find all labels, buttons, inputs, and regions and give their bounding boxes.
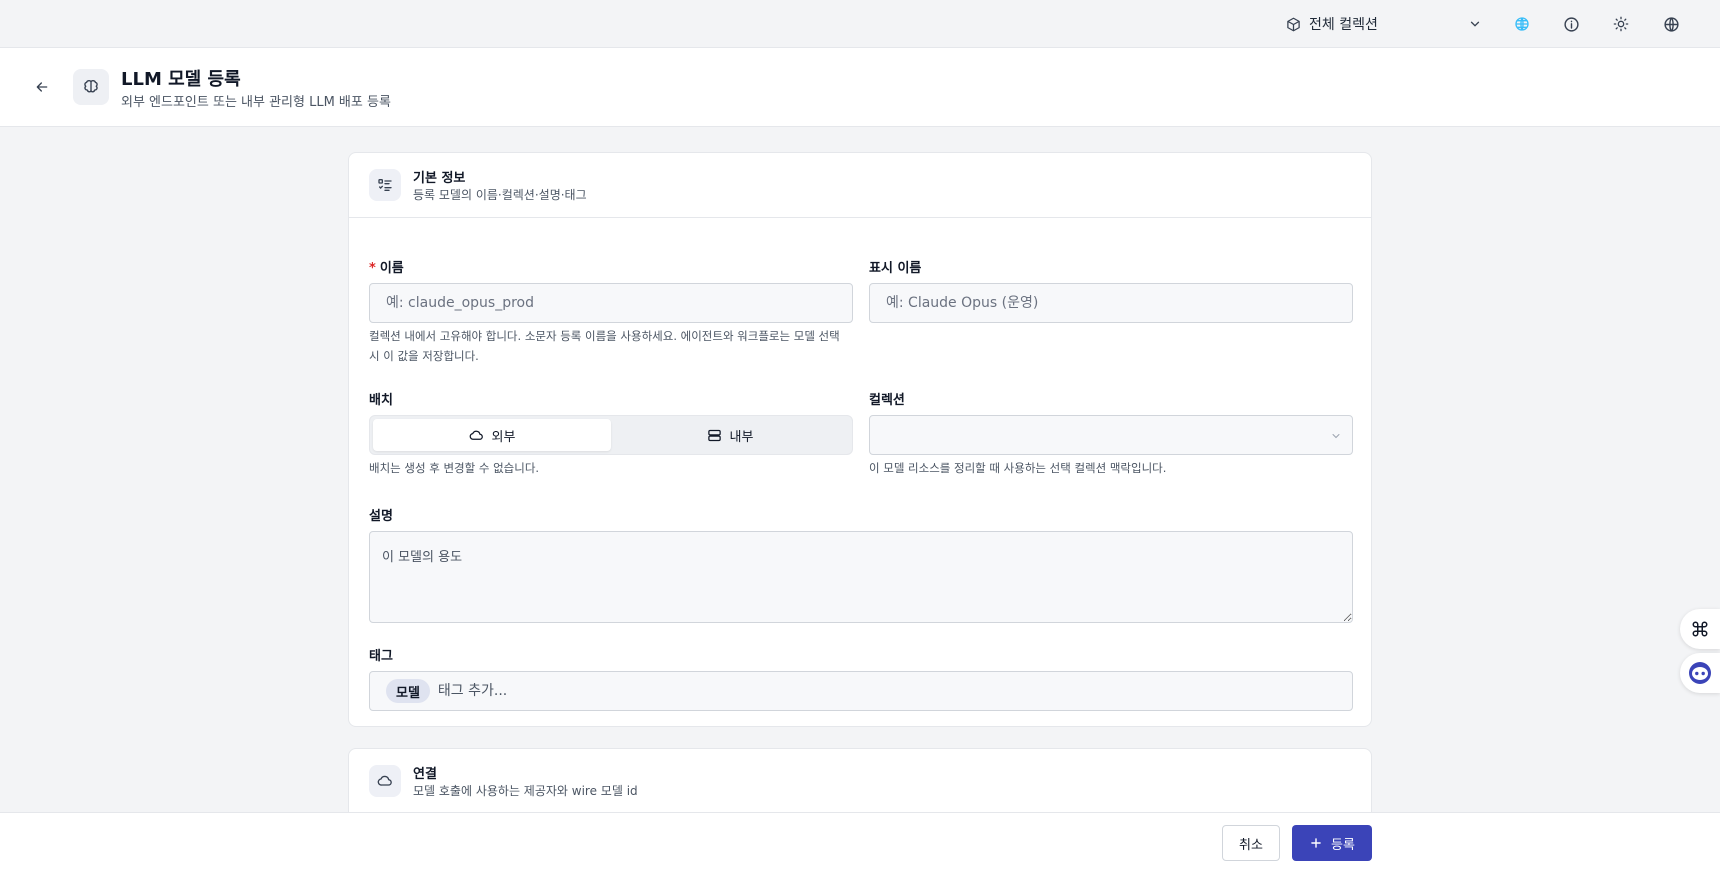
submit-button-label: 등록 <box>1331 837 1355 853</box>
display-name-input[interactable] <box>869 283 1353 323</box>
tag-chip[interactable]: 모델 <box>386 679 430 703</box>
description-textarea[interactable] <box>369 531 1353 623</box>
deployment-toggle: 외부 내부 <box>369 415 853 455</box>
server-icon <box>707 428 730 443</box>
display-name-label: 표시 이름 <box>869 261 922 276</box>
name-help: 컬렉션 내에서 고유해야 합니다. 소문자 등록 이름을 사용하세요. 에이전트… <box>369 329 840 363</box>
cloud-icon <box>469 428 492 443</box>
list-icon <box>369 169 401 201</box>
footer-bar: 취소 등록 <box>0 812 1720 873</box>
apps-grid-button[interactable] <box>1680 609 1720 649</box>
name-input[interactable] <box>369 283 853 323</box>
command-icon <box>1691 620 1709 638</box>
name-label: * 이름 <box>369 257 404 276</box>
basic-info-header: 기본 정보 등록 모델의 이름·컬렉션·설명·태그 <box>349 153 1371 218</box>
page-subtitle: 외부 엔드포인트 또는 내부 관리형 LLM 배포 등록 <box>121 95 391 110</box>
description-label: 설명 <box>369 509 393 524</box>
deployment-label: 배치 <box>369 393 393 408</box>
brain-icon <box>73 69 109 105</box>
globe-icon[interactable] <box>1659 12 1683 36</box>
sun-icon[interactable] <box>1609 12 1633 36</box>
collection-selector-label: 전체 컬렉션 <box>1309 17 1378 33</box>
basic-info-title: 기본 정보 <box>413 171 466 186</box>
deployment-option-internal[interactable]: 내부 <box>611 419 849 451</box>
collection-selector[interactable]: 전체 컬렉션 <box>1278 10 1482 38</box>
collection-label: 컬렉션 <box>869 393 905 408</box>
assistant-button[interactable] <box>1680 653 1720 693</box>
submit-button[interactable]: 등록 <box>1292 825 1372 861</box>
connection-subtitle: 모델 호출에 사용하는 제공자와 wire 모델 id <box>413 784 638 798</box>
page-title: LLM 모델 등록 <box>121 69 241 90</box>
required-mark: * <box>369 261 376 276</box>
info-icon[interactable] <box>1559 12 1583 36</box>
tags-field[interactable]: 모델 <box>369 671 1353 711</box>
basic-info-card: 기본 정보 등록 모델의 이름·컬렉션·설명·태그 *이름 컬렉션 내에서 고유… <box>348 152 1372 727</box>
plus-icon <box>1309 836 1331 850</box>
chevron-down-icon <box>1330 430 1342 442</box>
connection-header: 연결 모델 호출에 사용하는 제공자와 wire 모델 id <box>349 749 1371 814</box>
connection-title: 연결 <box>413 767 437 782</box>
back-button[interactable] <box>30 75 54 99</box>
page-header: LLM 모델 등록 외부 엔드포인트 또는 내부 관리형 LLM 배포 등록 <box>0 48 1720 127</box>
cloud-icon <box>369 765 401 797</box>
robot-face-icon <box>1688 661 1712 685</box>
cancel-button[interactable]: 취소 <box>1222 825 1280 861</box>
top-bar: 전체 컬렉션 <box>0 0 1720 48</box>
tags-label: 태그 <box>369 649 393 664</box>
tag-input[interactable] <box>437 683 1038 699</box>
deployment-option-external[interactable]: 외부 <box>373 419 611 451</box>
deployment-help: 배치는 생성 후 변경할 수 없습니다. <box>369 461 540 475</box>
chevron-down-icon <box>1468 17 1482 31</box>
cube-icon <box>1286 17 1301 32</box>
basic-info-subtitle: 등록 모델의 이름·컬렉션·설명·태그 <box>413 188 587 202</box>
name-label-text: 이름 <box>379 261 404 276</box>
collection-help: 이 모델 리소스를 정리할 때 사용하는 선택 컬렉션 맥락입니다. <box>869 461 1167 475</box>
brain-status-icon[interactable] <box>1510 12 1534 36</box>
collection-select[interactable] <box>869 415 1353 455</box>
